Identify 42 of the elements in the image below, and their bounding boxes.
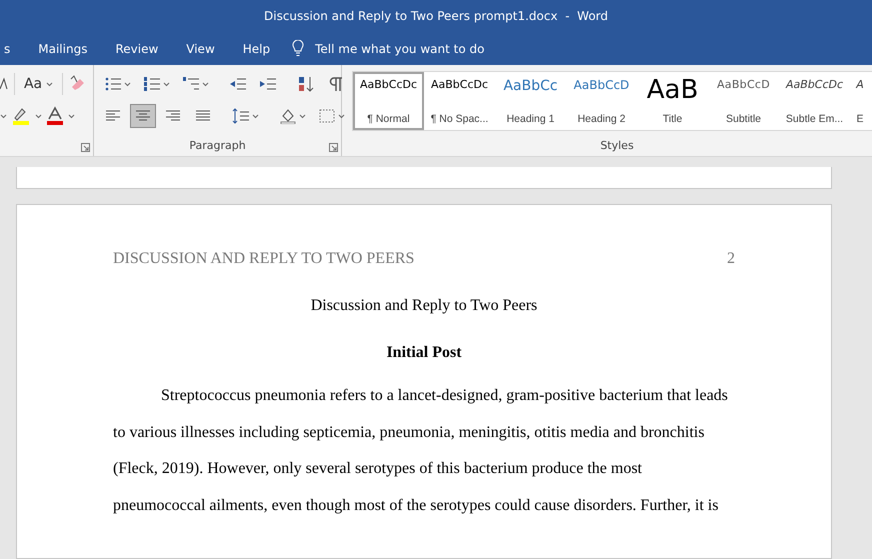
line-spacing-icon (232, 108, 250, 124)
caret-icon (46, 82, 54, 86)
numbering-icon (143, 76, 161, 92)
caret-icon (299, 114, 306, 118)
ribbon-tab[interactable]: Mailings (24, 38, 102, 60)
section-heading: Initial Post (385, 344, 463, 362)
bullets-icon (104, 76, 122, 92)
increase-indent-icon (259, 76, 277, 92)
lightbulb-icon (292, 40, 304, 57)
caret-icon (338, 114, 345, 118)
group-label: Paragraph (189, 139, 246, 154)
ribbon-tab[interactable]: View (172, 38, 229, 60)
document-title: Discussion and Reply to Two Peers (310, 297, 538, 315)
ribbon-tab[interactable]: Review (101, 38, 172, 60)
change-case-button[interactable]: Aa (20, 76, 56, 92)
caret-icon (68, 114, 75, 118)
running-head: DISCUSSION AND REPLY TO TWO PEERS (113, 250, 414, 268)
align-center-button[interactable] (130, 104, 156, 128)
caret-icon (35, 114, 42, 118)
group-label: Styles (600, 139, 634, 154)
window-title: Discussion and Reply to Two Peers prompt1.docx - Word (264, 9, 608, 23)
dialog-launcher-icon[interactable] (329, 143, 338, 152)
shading-icon (279, 108, 297, 124)
ribbon-tab[interactable]: s (0, 38, 24, 60)
decrease-indent-icon (229, 76, 247, 92)
caret-icon (0, 114, 7, 118)
caret-icon (252, 114, 259, 118)
body-paragraph: Streptococcus pneumonia refers to a lancet-designed, gram-positive bacterium that leads to various illnesses including septicemia, pneumonia, meningitis, otitis media and bronchitis (Fleck, 2019). However, only several serotypes of this bacterium produce the most pneumococcal ailments, even though most of the serotypes could cause disorders. Further, it is (113, 386, 729, 516)
font-color-icon[interactable] (46, 106, 64, 126)
pilcrow-icon (327, 76, 345, 92)
borders-icon (318, 108, 336, 124)
multilevel-icon (182, 76, 200, 92)
caret-icon (124, 82, 131, 86)
caret-icon (163, 82, 170, 86)
highlighter-icon[interactable] (11, 106, 31, 126)
caret-icon (202, 82, 209, 86)
page-number: 2 (727, 250, 735, 268)
tell-me-field[interactable]: Tell me what you want to do (313, 40, 514, 56)
sort-icon (297, 76, 315, 92)
dialog-launcher-icon[interactable] (81, 143, 90, 152)
style-option[interactable]: AaBbCcDc ¶ Normal (353, 72, 424, 130)
ribbon-tab[interactable]: Help (228, 38, 284, 60)
